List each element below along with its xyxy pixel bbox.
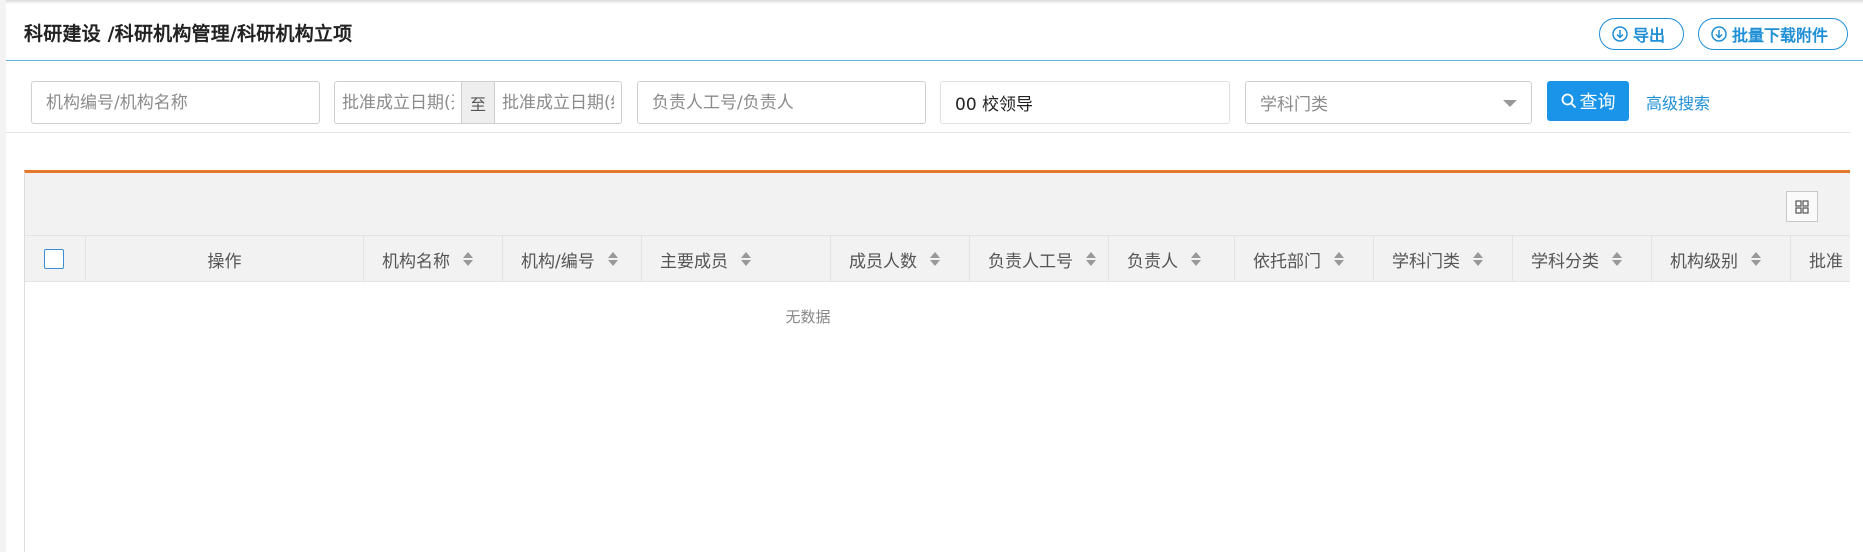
export-button[interactable]: 导出 <box>1599 18 1684 50</box>
breadcrumb: 科研建设 /科研机构管理/科研机构立项 <box>24 23 353 45</box>
empty-state: 无数据 <box>785 308 831 326</box>
leader-search-input[interactable] <box>637 81 926 124</box>
col-members-label: 主要成员 <box>660 251 728 272</box>
export-label: 导出 <box>1633 26 1666 45</box>
column-toggle-button[interactable] <box>1786 191 1818 222</box>
sort-icon <box>1334 252 1344 266</box>
col-level[interactable]: 机构级别 <box>1652 236 1791 282</box>
table-header: 操作 机构名称 机构/编号 主要成员 成员人数 负责人工号 负责人 依托部门 学… <box>25 235 1850 282</box>
sort-icon <box>1473 252 1483 266</box>
org-search-input[interactable] <box>31 81 320 124</box>
col-members[interactable]: 主要成员 <box>642 236 831 282</box>
col-name[interactable]: 机构名称 <box>364 236 503 282</box>
col-classification-label: 学科分类 <box>1531 251 1599 272</box>
discipline-placeholder: 学科门类 <box>1260 95 1328 115</box>
sort-icon <box>1191 252 1201 266</box>
query-button[interactable]: 查询 <box>1547 81 1629 121</box>
col-operation-label: 操作 <box>207 251 242 272</box>
select-all-cell <box>25 236 86 282</box>
sort-icon <box>463 252 473 266</box>
query-label: 查询 <box>1579 92 1616 113</box>
grid-icon <box>1795 199 1809 214</box>
sort-icon <box>1086 252 1096 266</box>
batch-download-label: 批量下载附件 <box>1732 26 1829 45</box>
col-leader-label: 负责人 <box>1127 251 1178 272</box>
date-end-input[interactable] <box>494 81 622 124</box>
date-start-input[interactable] <box>334 81 462 124</box>
col-member-count-label: 成员人数 <box>849 251 917 272</box>
batch-download-button[interactable]: 批量下载附件 <box>1698 18 1848 50</box>
col-classification[interactable]: 学科分类 <box>1513 236 1652 282</box>
col-dept-label: 依托部门 <box>1253 251 1321 272</box>
col-operation: 操作 <box>86 236 364 282</box>
filter-bar: 至 学科门类 查询 高级搜索 <box>6 62 1850 133</box>
col-leader-id-label: 负责人工号 <box>988 251 1073 272</box>
table-toolbar <box>25 173 1850 235</box>
sort-icon <box>1751 252 1761 266</box>
col-leader[interactable]: 负责人 <box>1109 236 1235 282</box>
col-approved[interactable]: 批准 <box>1791 236 1850 282</box>
col-code-label: 机构/编号 <box>521 251 595 272</box>
select-all-checkbox[interactable] <box>44 249 64 269</box>
col-category-label: 学科门类 <box>1392 251 1460 272</box>
data-table: 操作 机构名称 机构/编号 主要成员 成员人数 负责人工号 负责人 依托部门 学… <box>24 170 1850 552</box>
sort-icon <box>607 252 618 266</box>
col-code[interactable]: 机构/编号 <box>503 236 642 282</box>
page-header: 科研建设 /科研机构管理/科研机构立项 导出 批量下载附件 <box>6 0 1863 61</box>
col-member-count[interactable]: 成员人数 <box>831 236 970 282</box>
sort-icon <box>1612 252 1622 266</box>
school-leader-field[interactable] <box>940 81 1230 124</box>
col-dept[interactable]: 依托部门 <box>1235 236 1374 282</box>
col-category[interactable]: 学科门类 <box>1374 236 1513 282</box>
chevron-down-icon <box>1503 100 1517 107</box>
date-range: 至 <box>334 81 622 124</box>
col-leader-id[interactable]: 负责人工号 <box>970 236 1109 282</box>
advanced-search-link[interactable]: 高级搜索 <box>1646 90 1710 114</box>
download-circle-icon <box>1711 26 1727 42</box>
download-circle-icon <box>1612 26 1628 42</box>
col-approved-label: 批准 <box>1809 251 1843 272</box>
search-icon <box>1561 93 1576 109</box>
col-name-label: 机构名称 <box>382 251 450 272</box>
date-separator: 至 <box>462 81 494 124</box>
discipline-select[interactable]: 学科门类 <box>1245 81 1532 124</box>
col-level-label: 机构级别 <box>1670 251 1738 272</box>
sort-icon <box>741 252 751 266</box>
sort-icon <box>930 252 940 266</box>
